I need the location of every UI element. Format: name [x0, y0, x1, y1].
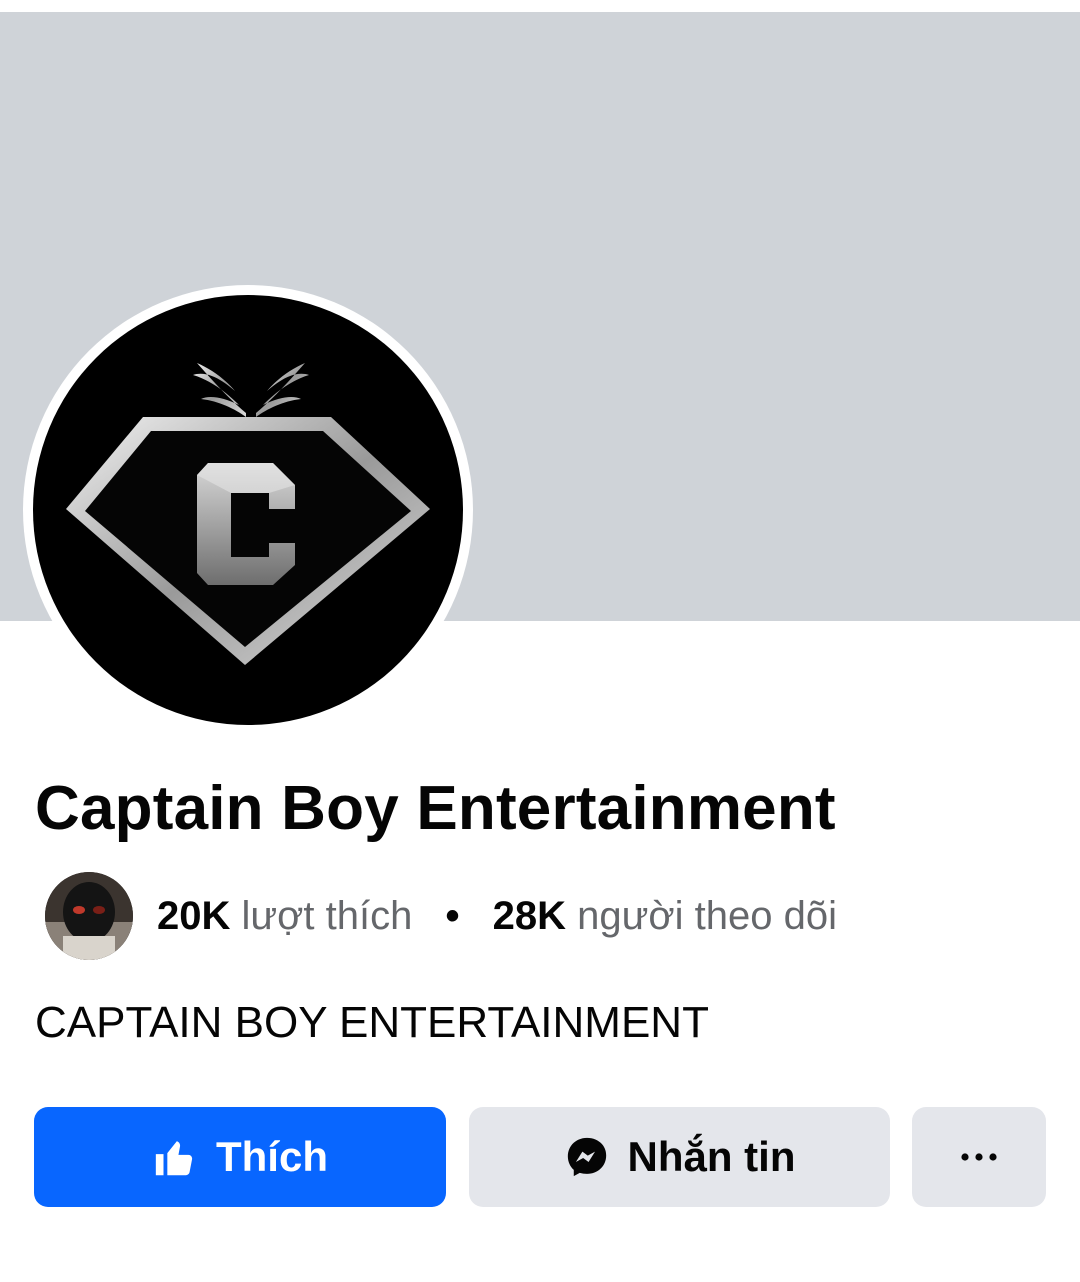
wings-icon [193, 363, 309, 417]
stats-separator: • [445, 894, 460, 938]
friend-avatar[interactable] [45, 872, 133, 960]
more-dots-icon [959, 1152, 999, 1162]
page-description: CAPTAIN BOY ENTERTAINMENT [35, 998, 709, 1047]
messenger-icon [564, 1134, 610, 1180]
likes-label: lượt thích [241, 894, 413, 938]
likes-count: 20K [157, 894, 231, 938]
winged-diamond-c-logo [66, 363, 430, 665]
profile-picture[interactable] [33, 295, 463, 725]
like-button-label: Thích [216, 1133, 328, 1180]
thumbs-up-icon [152, 1134, 198, 1180]
page-stats: 20K lượt thích • 28K người theo dõi [45, 872, 837, 960]
followers-label: người theo dõi [577, 894, 837, 938]
message-button[interactable]: Nhắn tin [469, 1107, 890, 1207]
more-options-button[interactable] [912, 1107, 1046, 1207]
like-button[interactable]: Thích [34, 1107, 446, 1207]
page-title: Captain Boy Entertainment [35, 774, 836, 843]
masked-person-icon [45, 872, 133, 960]
followers-count: 28K [492, 894, 567, 938]
message-button-label: Nhắn tin [627, 1133, 796, 1180]
stats-text: 20K lượt thích • 28K người theo dõi [157, 892, 837, 940]
